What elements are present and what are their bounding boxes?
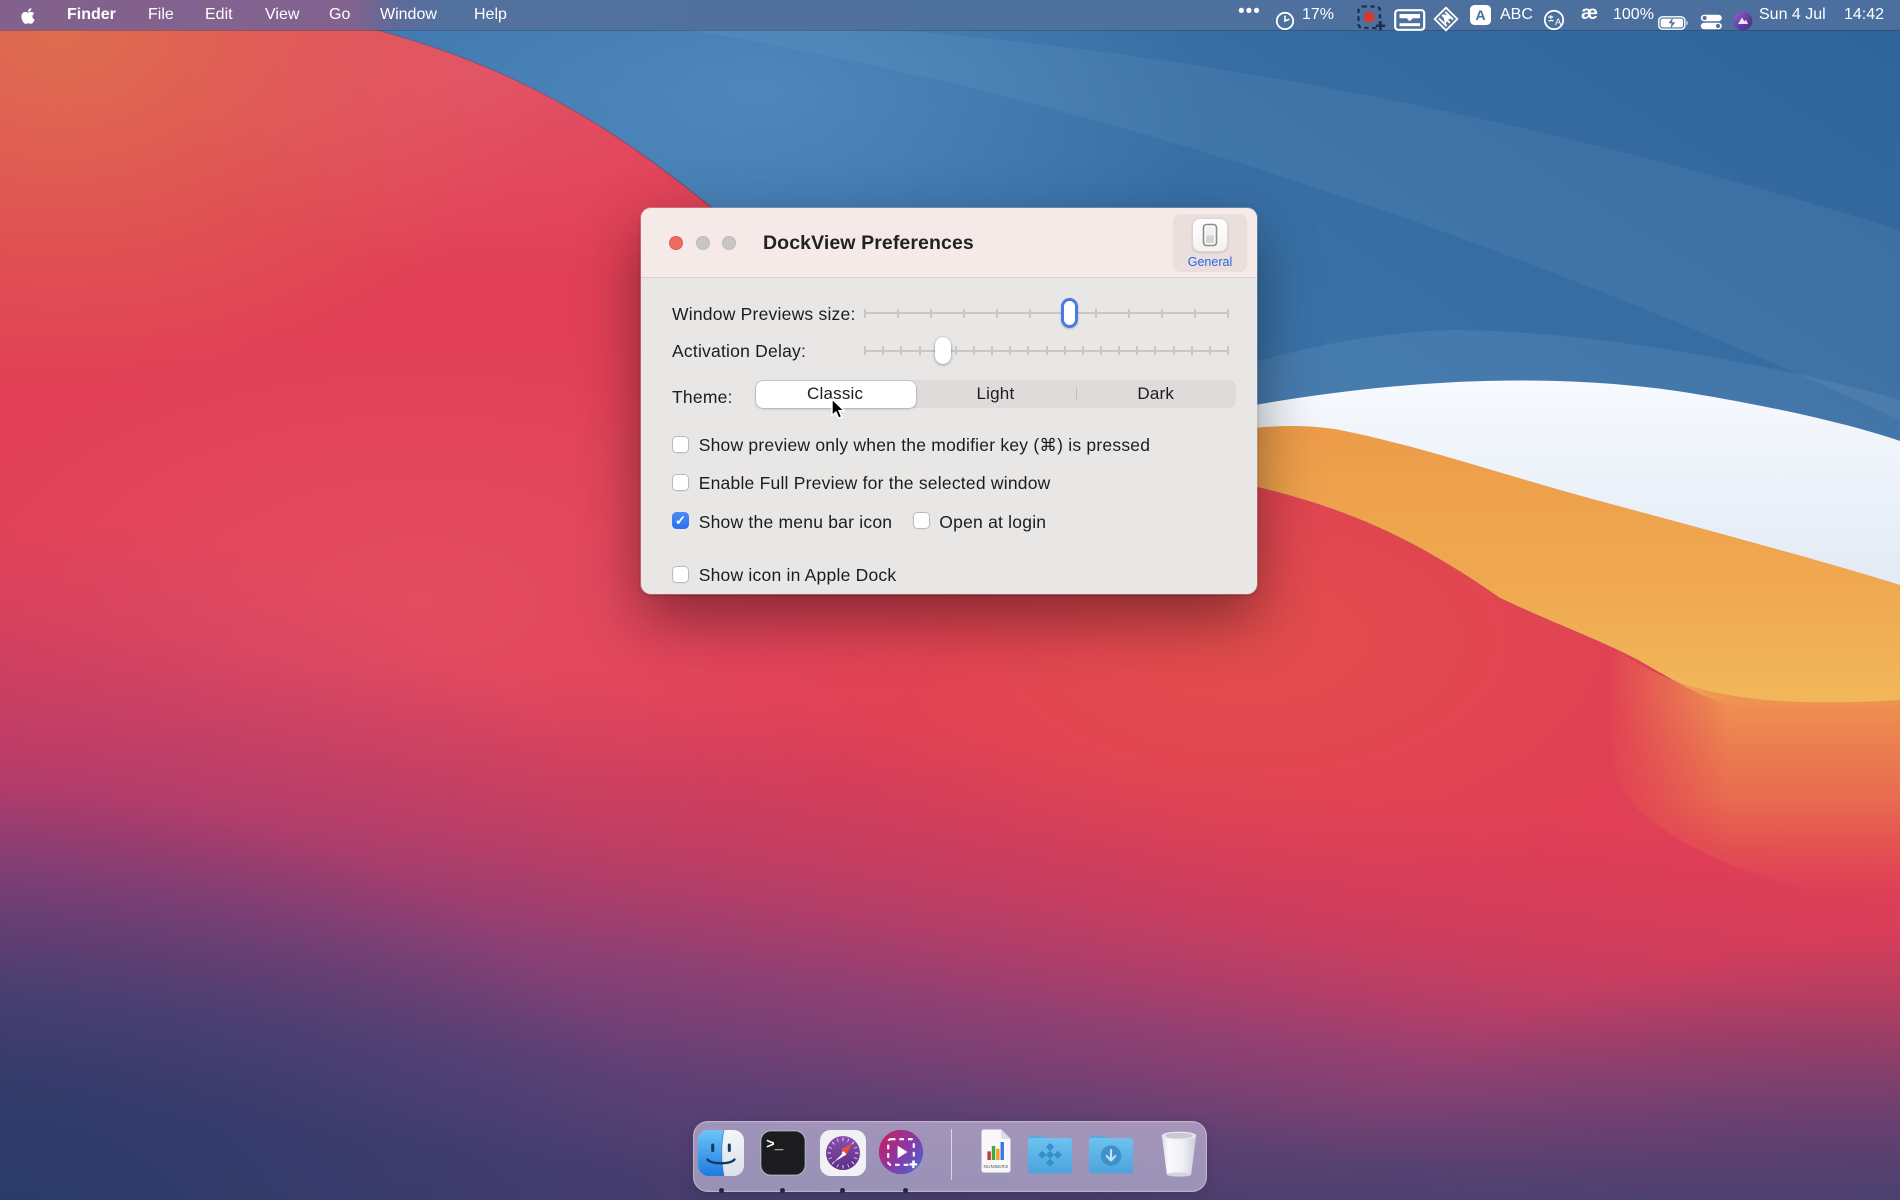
svg-text:NUMBERS: NUMBERS xyxy=(984,1164,1009,1169)
svg-text:A: A xyxy=(1555,17,1562,28)
svg-text:>_: >_ xyxy=(766,1137,784,1153)
